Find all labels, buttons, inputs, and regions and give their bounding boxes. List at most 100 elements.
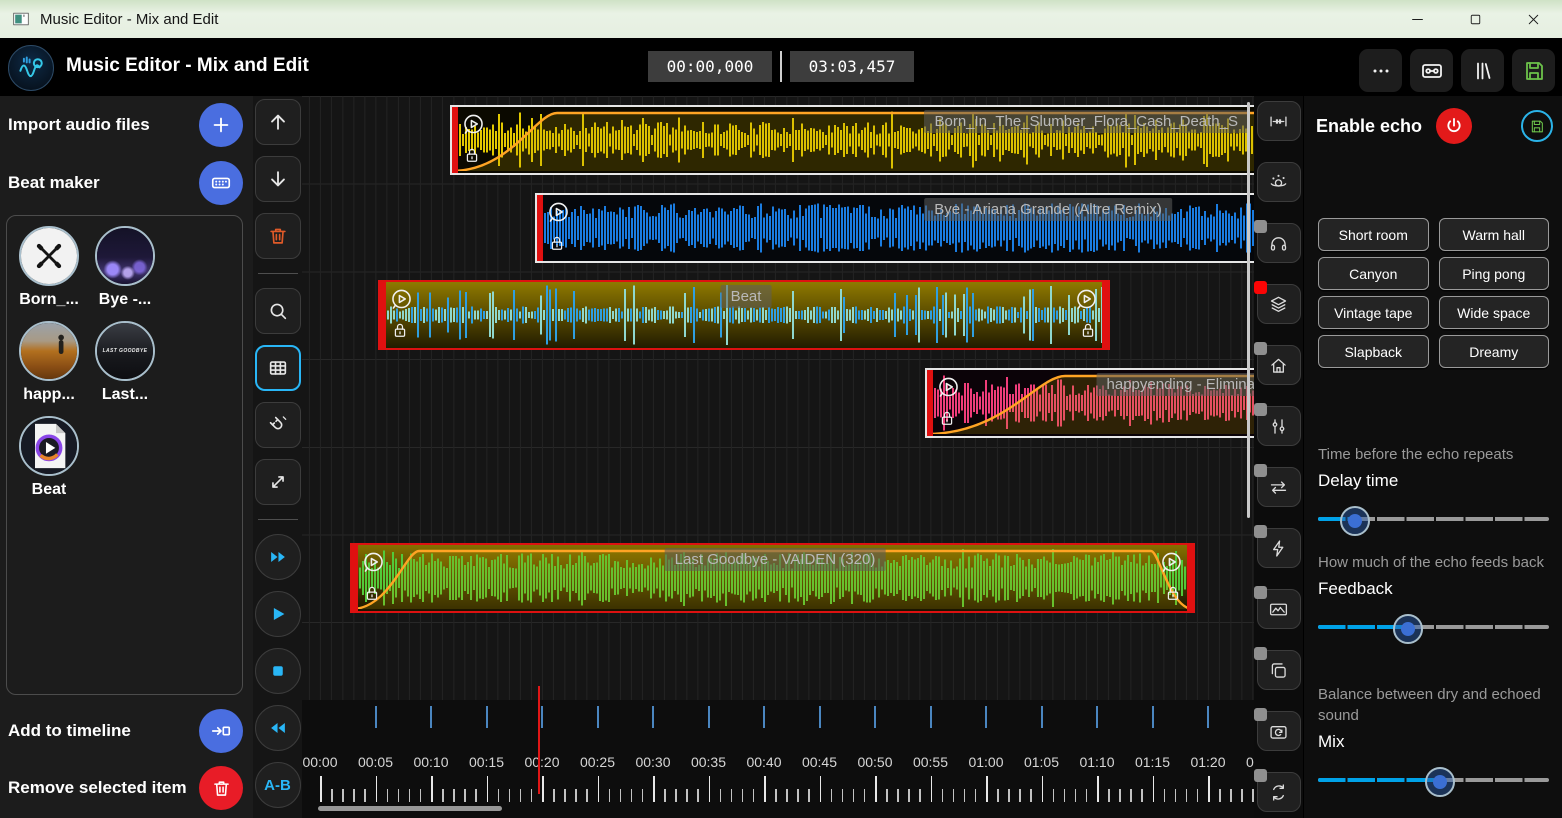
clip-play-icon[interactable] (546, 200, 571, 230)
preset-short-room[interactable]: Short room (1318, 218, 1429, 251)
file-item-beat[interactable]: Beat (11, 416, 87, 499)
timeline[interactable]: Born_In_The_Slumber_Flora_Cash_Death_S By… (302, 96, 1254, 818)
remove-selected-button[interactable] (199, 766, 243, 810)
clip-trim-handle-left[interactable] (352, 545, 358, 611)
clip-lock-icon[interactable] (390, 320, 410, 345)
clip-trim-handle-left[interactable] (537, 195, 543, 261)
ruler-time-label: 01:25 (1234, 754, 1255, 770)
echo-save-preset-button[interactable] (1521, 110, 1553, 142)
clip-lock-icon[interactable] (462, 145, 482, 170)
slider-thumb[interactable] (1340, 506, 1370, 536)
headphones-monitor-button[interactable] (1257, 223, 1301, 263)
more-options-button[interactable] (1359, 49, 1402, 92)
fast-forward-button[interactable] (255, 534, 301, 580)
preset-wide-space[interactable]: Wide space (1439, 296, 1550, 329)
home-button[interactable] (1257, 345, 1301, 385)
file-item-last[interactable]: LAST GOODBYELast... (87, 321, 163, 404)
slider-thumb[interactable] (1393, 614, 1423, 644)
move-track-down-button[interactable] (255, 156, 301, 202)
magnet-snap-button[interactable] (255, 402, 301, 448)
clip-beat[interactable]: Beat (378, 280, 1110, 350)
fit-width-button[interactable] (1257, 101, 1301, 141)
stop-button[interactable] (255, 648, 301, 694)
preset-vintage-tape[interactable]: Vintage tape (1318, 296, 1429, 329)
clip-play-icon[interactable] (936, 375, 961, 405)
clip-lock-icon[interactable] (937, 408, 957, 433)
swap-channels-button[interactable] (1257, 467, 1301, 507)
save-project-button[interactable] (1512, 49, 1555, 92)
vertical-scrollbar[interactable] (1247, 102, 1250, 518)
delay-time-slider[interactable] (1318, 505, 1549, 533)
clip-bye-ariana-grande-altre-remix[interactable]: Bye - Ariana Grande (Altre Remix) (535, 193, 1254, 263)
expand-fit-button[interactable] (255, 459, 301, 505)
play-button[interactable] (255, 591, 301, 637)
ab-loop-button[interactable]: A-B (255, 762, 301, 808)
playhead[interactable] (538, 686, 540, 794)
sync-loop-button[interactable] (1257, 772, 1301, 812)
ruler-tick (1164, 789, 1166, 802)
ruler-tick (775, 789, 777, 802)
ruler-tick (376, 776, 378, 802)
clip-play-icon[interactable] (461, 112, 486, 142)
layers-button[interactable] (1257, 284, 1301, 324)
preset-slapback[interactable]: Slapback (1318, 335, 1429, 368)
grid-snap-button[interactable] (255, 345, 301, 391)
library-button[interactable] (1461, 49, 1504, 92)
clip-trim-handle-left[interactable] (927, 370, 933, 436)
duplicate-button[interactable] (1257, 650, 1301, 690)
zoom-search-button[interactable] (255, 288, 301, 334)
clip-lock-icon[interactable] (362, 583, 382, 608)
add-to-timeline-label: Add to timeline (8, 721, 131, 741)
minimize-button[interactable] (1388, 0, 1446, 38)
preset-warm-hall[interactable]: Warm hall (1439, 218, 1550, 251)
titlebar: Music Editor - Mix and Edit (0, 0, 1562, 38)
time-ruler[interactable]: 00:0000:0500:1000:1500:2000:2500:3000:35… (302, 700, 1254, 818)
preset-dreamy[interactable]: Dreamy (1439, 335, 1550, 368)
ruler-time-label: 00:15 (457, 754, 517, 770)
ruler-tick (1053, 789, 1055, 802)
echo-power-button[interactable] (1436, 108, 1472, 144)
mixer-button[interactable] (1257, 406, 1301, 446)
close-button[interactable] (1504, 0, 1562, 38)
recorder-button[interactable] (1410, 49, 1453, 92)
file-item-born[interactable]: Born_... (11, 226, 87, 309)
feedback-slider[interactable] (1318, 613, 1549, 641)
app-window-icon (12, 11, 30, 27)
preview-rotate-button[interactable] (1257, 711, 1301, 751)
spatial-audio-button[interactable] (1257, 162, 1301, 202)
preset-ping-pong[interactable]: Ping pong (1439, 257, 1550, 290)
clip-born-in-the-slumber-flora-cash[interactable]: Born_In_The_Slumber_Flora_Cash_Death_S (450, 105, 1254, 175)
preset-canyon[interactable]: Canyon (1318, 257, 1429, 290)
clip-last-goodbye-vaiden-320[interactable]: Last Goodbye - VAIDEN (320) (350, 543, 1195, 613)
maximize-button[interactable] (1446, 0, 1504, 38)
import-audio-button[interactable] (199, 103, 243, 147)
beat-maker-button[interactable] (199, 161, 243, 205)
move-track-up-button[interactable] (255, 99, 301, 145)
clip-trim-handle-right[interactable] (1187, 545, 1193, 611)
clip-trim-handle-right[interactable] (1102, 282, 1108, 348)
clip-lock-icon-right[interactable] (1078, 320, 1098, 345)
clip-play-icon-right[interactable] (1159, 550, 1184, 580)
ruler-tick (320, 776, 322, 802)
clip-play-icon[interactable] (361, 550, 386, 580)
clip-trim-handle-left[interactable] (452, 107, 458, 173)
clip-play-icon-right[interactable] (1074, 287, 1099, 317)
clip-play-icon[interactable] (389, 287, 414, 317)
effects-boost-button[interactable] (1257, 528, 1301, 568)
delete-clip-button[interactable] (255, 213, 301, 259)
file-item-happ[interactable]: happ... (11, 321, 87, 404)
slider-thumb[interactable] (1425, 767, 1455, 797)
beat-maker-label: Beat maker (8, 173, 100, 193)
clip-happyending-eliminate[interactable]: happyending - Eliminate (925, 368, 1254, 438)
mix-slider[interactable] (1318, 766, 1549, 794)
add-to-timeline-button[interactable] (199, 709, 243, 753)
wave-view-button[interactable] (1257, 589, 1301, 629)
clip-lock-icon[interactable] (547, 233, 567, 258)
ruler-tick (464, 789, 466, 802)
file-item-bye[interactable]: Bye -... (87, 226, 163, 309)
horizontal-scrollbar[interactable] (318, 806, 502, 811)
clip-trim-handle-left[interactable] (380, 282, 386, 348)
rewind-button[interactable] (255, 705, 301, 751)
time-divider (780, 51, 782, 82)
clip-lock-icon-right[interactable] (1163, 583, 1183, 608)
